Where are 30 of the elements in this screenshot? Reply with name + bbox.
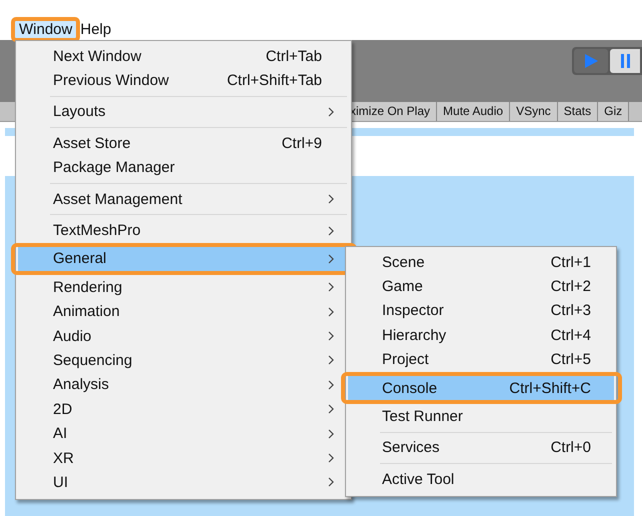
menu-item[interactable]: Asset Management <box>18 186 349 212</box>
menu-item[interactable]: Package Manager <box>18 156 349 180</box>
play-icon <box>583 53 599 69</box>
menu-item[interactable]: Active Tool <box>348 467 614 492</box>
menu-item[interactable]: Animation <box>18 300 349 324</box>
toolbar-toggle[interactable]: Giz <box>598 102 630 121</box>
menu-item[interactable]: Test Runner <box>348 404 614 429</box>
menu-item[interactable]: Services Ctrl+0 <box>348 436 614 460</box>
toolbar-toggle[interactable]: Mute Audio <box>437 102 510 121</box>
menu-item[interactable]: 2D <box>18 397 349 422</box>
menu-item[interactable]: Rendering <box>18 275 349 300</box>
menu-item[interactable]: Hierarchy Ctrl+4 <box>348 323 614 348</box>
menu-item[interactable]: XR <box>18 446 349 470</box>
menu-item[interactable]: AI <box>18 421 349 446</box>
menu-item[interactable]: Console Ctrl+Shift+C <box>348 376 614 400</box>
menu-item[interactable]: Game Ctrl+2 <box>348 274 614 299</box>
menu-item[interactable]: Project Ctrl+5 <box>348 348 614 372</box>
toolbar-toggle[interactable]: VSync <box>510 102 558 121</box>
toolbar-toggle[interactable]: Stats <box>558 102 598 121</box>
menu-item[interactable]: Inspector Ctrl+3 <box>348 298 614 324</box>
menu-item[interactable]: TextMeshPro <box>18 218 349 243</box>
menu-item[interactable]: Audio <box>18 324 349 348</box>
menu-item[interactable]: Previous Window Ctrl+Shift+Tab <box>18 68 349 93</box>
menu-bar-item[interactable]: Help <box>76 19 116 40</box>
pause-button[interactable] <box>610 49 640 73</box>
menu-item[interactable]: Next Window Ctrl+Tab <box>18 44 349 68</box>
menu-item[interactable]: UI <box>18 470 349 495</box>
menu-item[interactable]: Asset Store Ctrl+9 <box>18 131 349 156</box>
menu-item[interactable]: Scene Ctrl+1 <box>348 250 614 274</box>
menu-item[interactable]: Sequencing <box>18 348 349 373</box>
